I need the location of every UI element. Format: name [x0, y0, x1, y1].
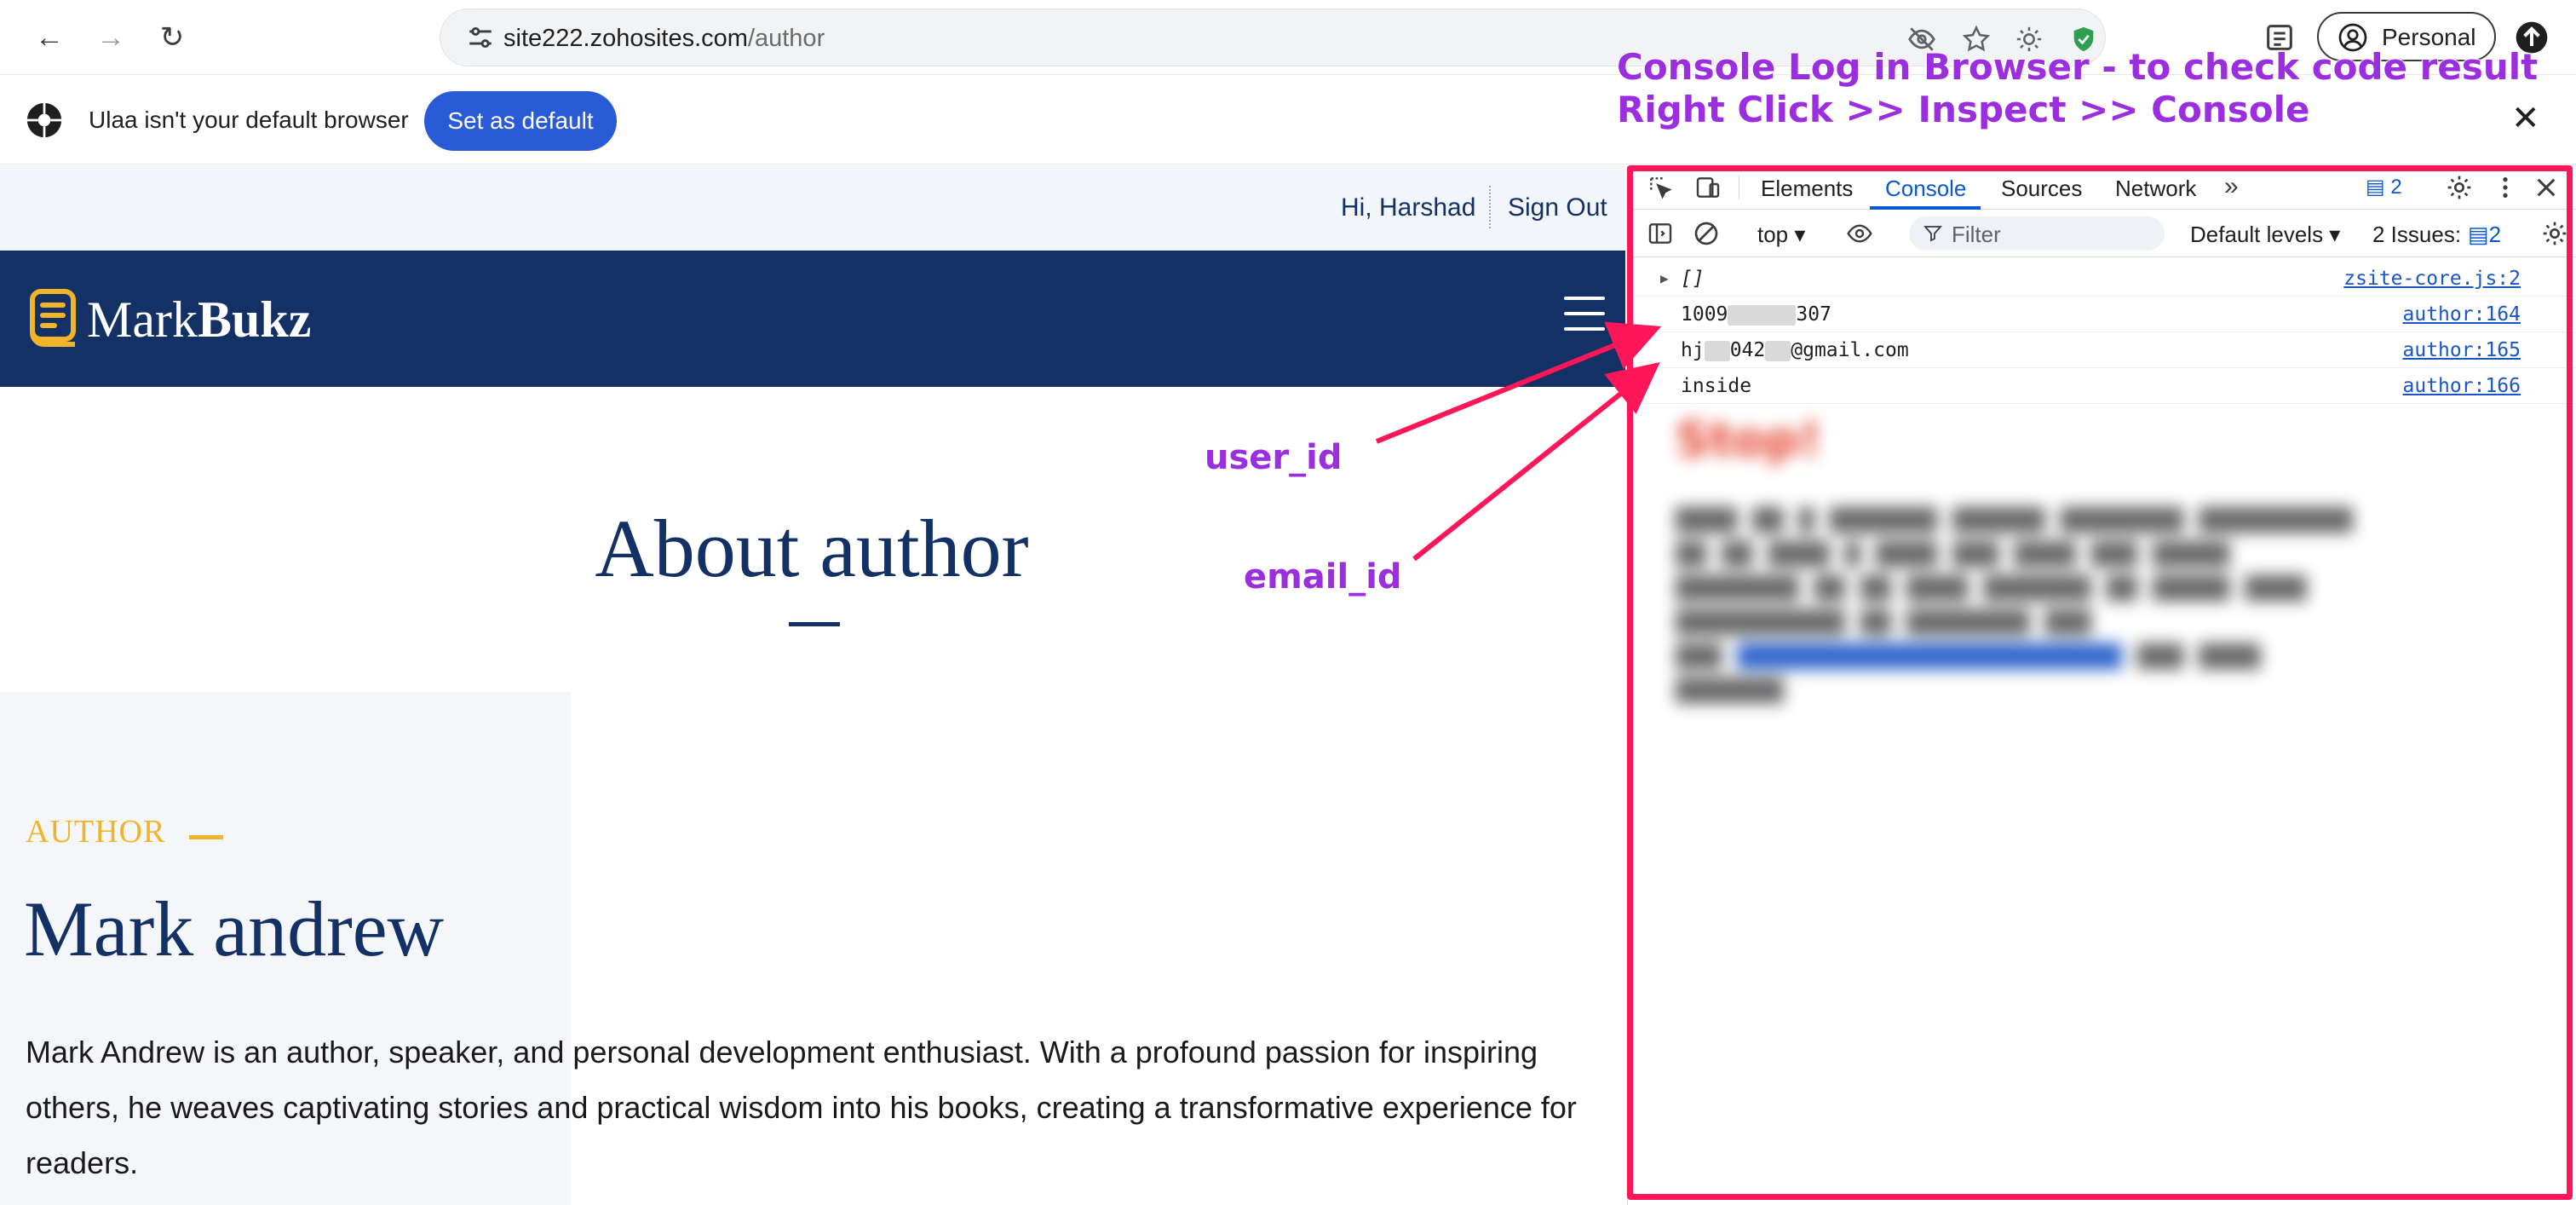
site-logo[interactable]: MarkBukz: [27, 286, 351, 355]
tab-sources[interactable]: Sources: [2001, 176, 2082, 201]
issues-label[interactable]: 2 Issues:: [2372, 222, 2461, 247]
device-toolbar-icon[interactable]: [1694, 174, 1722, 201]
back-icon[interactable]: ←: [31, 19, 68, 56]
title-underline: [789, 622, 840, 626]
clear-console-icon[interactable]: [1693, 220, 1720, 247]
blurred-console-warning: Stop! ▇▇▇▇ ▇▇ ▇ ▇▇▇▇▇▇▇ ▇▇▇▇▇▇ ▇▇▇▇▇▇▇▇ …: [1676, 412, 2527, 704]
log-source-link[interactable]: author:164: [2403, 297, 2521, 332]
console-log-row[interactable]: hj 042 @gmail.com author:165: [1628, 332, 2576, 368]
redacted-value: [1728, 304, 1797, 326]
annotation-email-id: email_id: [1243, 556, 1402, 597]
console-log-row[interactable]: ▶ [] zsite-core.js:2: [1628, 261, 2576, 297]
devtools-panel: Elements Console Sources Network » ▤ 2 t…: [1627, 165, 2576, 1205]
annotation-title-line2: Right Click >> Inspect >> Console: [1616, 89, 2310, 130]
redacted-value: [1704, 340, 1730, 361]
tab-network[interactable]: Network: [2115, 176, 2196, 201]
filter-input[interactable]: Filter: [1909, 216, 2165, 251]
live-expression-eye-icon[interactable]: [1846, 220, 1873, 247]
author-name: Mark andrew: [24, 885, 445, 972]
book-logo-icon: [30, 289, 76, 347]
kebab-menu-icon[interactable]: [2492, 174, 2519, 201]
divider: [1489, 186, 1491, 228]
close-icon[interactable]: ✕: [2511, 101, 2540, 135]
eyebrow-line: [189, 835, 223, 839]
console-sidebar-icon[interactable]: [1647, 220, 1674, 247]
console-settings-icon[interactable]: [2541, 220, 2568, 247]
url-text[interactable]: site222.zohosites.com/author: [503, 23, 825, 54]
console-toolbar: top ▾ Filter Default levels ▾ 2 Issues: …: [1628, 210, 2576, 257]
user-greeting: Hi, Harshad: [1341, 193, 1476, 222]
reload-icon[interactable]: ↻: [153, 19, 191, 56]
tab-elements[interactable]: Elements: [1761, 176, 1853, 201]
filter-icon: [1923, 226, 1942, 242]
issues-badge[interactable]: ▤2: [2468, 222, 2501, 247]
blurred-paragraph: ▇▇▇▇ ▇▇ ▇ ▇▇▇▇▇▇▇ ▇▇▇▇▇▇ ▇▇▇▇▇▇▇▇ ▇▇▇▇▇▇…: [1676, 504, 2353, 704]
forward-icon[interactable]: →: [92, 19, 129, 56]
ulaa-logo-icon: [26, 102, 62, 138]
annotation-user-id: user_id: [1204, 437, 1343, 478]
context-selector[interactable]: top ▾: [1757, 222, 1805, 247]
infobar-message: Ulaa isn't your default browser: [89, 107, 409, 133]
web-page: Hi, Harshad Sign Out MarkBukz About auth…: [0, 165, 1625, 1205]
more-tabs-icon[interactable]: »: [2224, 172, 2239, 201]
logo-text: MarkBukz: [87, 291, 312, 348]
log-message: 1009 307: [1681, 303, 1831, 326]
console-log-row[interactable]: 1009 307 author:164: [1628, 297, 2576, 332]
redacted-value: [1765, 340, 1791, 361]
inspect-element-icon[interactable]: [1647, 174, 1674, 201]
devtools-tabbar: Elements Console Sources Network » ▤ 2: [1628, 165, 2576, 210]
filter-placeholder: Filter: [1952, 222, 2001, 247]
expand-triangle-icon[interactable]: ▶: [1660, 261, 1669, 297]
author-bio: Mark Andrew is an author, speaker, and p…: [26, 1035, 1577, 1180]
console-log-row[interactable]: inside author:166: [1628, 368, 2576, 404]
log-source-link[interactable]: zsite-core.js:2: [2343, 261, 2521, 297]
annotation-title-line1: Console Log in Browser - to check code r…: [1616, 46, 2539, 88]
author-eyebrow: AUTHOR: [26, 814, 166, 850]
log-levels-dropdown[interactable]: Default levels ▾: [2190, 222, 2340, 247]
user-bar: Hi, Harshad Sign Out: [0, 165, 1625, 251]
close-devtools-icon[interactable]: [2533, 174, 2560, 201]
log-message: hj 042 @gmail.com: [1681, 339, 1909, 361]
site-header: MarkBukz: [0, 251, 1625, 387]
messages-badge[interactable]: ▤ 2: [2366, 176, 2402, 199]
tune-icon[interactable]: [466, 23, 495, 52]
settings-gear-icon[interactable]: [2446, 174, 2473, 201]
sign-out-link[interactable]: Sign Out: [1508, 193, 1607, 223]
log-source-link[interactable]: author:166: [2403, 368, 2521, 404]
set-default-button[interactable]: Set as default: [424, 91, 617, 151]
log-message: inside: [1681, 375, 1752, 397]
tab-console[interactable]: Console: [1885, 176, 1966, 201]
menu-icon[interactable]: [1564, 297, 1605, 331]
log-source-link[interactable]: author:165: [2403, 332, 2521, 368]
blurred-stop-text: Stop!: [1676, 412, 1822, 468]
